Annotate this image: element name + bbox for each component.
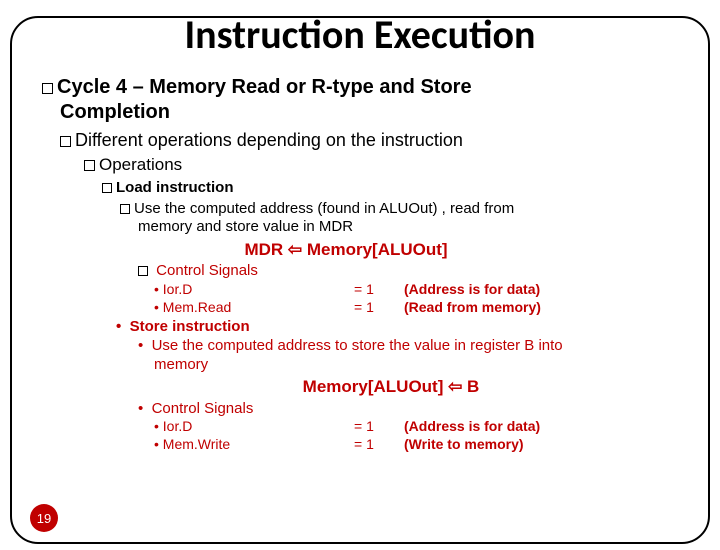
page-number-badge: 19 bbox=[30, 504, 58, 532]
store-sig2-row: Mem.Write = 1 (Write to memory) bbox=[154, 436, 690, 454]
cycle4-cont: Completion bbox=[60, 100, 690, 125]
store-sig2-name: Mem.Write bbox=[154, 436, 354, 454]
load-sig2-val: = 1 bbox=[354, 299, 404, 317]
store-header: • Store instruction bbox=[116, 318, 690, 337]
store-ctrl-header: • Control Signals bbox=[138, 400, 690, 419]
store-header-text: Store instruction bbox=[130, 318, 250, 335]
store-sig1-row: Ior.D = 1 (Address is for data) bbox=[154, 418, 690, 436]
load-desc-line1: Use the computed address (found in ALUOu… bbox=[120, 200, 690, 219]
store-ctrl-text: Control Signals bbox=[152, 400, 254, 417]
load-sig1-name: Ior.D bbox=[154, 281, 354, 299]
store-sig1-val: = 1 bbox=[354, 418, 404, 436]
store-formula: Memory[ALUOut] ⇦ B bbox=[92, 376, 690, 397]
diffops-text: Different operations depending on the in… bbox=[75, 130, 463, 150]
load-sig2-row: Mem.Read = 1 (Read from memory) bbox=[154, 299, 690, 317]
store-sig2-val: = 1 bbox=[354, 436, 404, 454]
bullet-different-ops: Different operations depending on the in… bbox=[60, 129, 690, 152]
store-desc1-text: Use the computed address to store the va… bbox=[152, 337, 563, 354]
load-sig2-name: Mem.Read bbox=[154, 299, 354, 317]
cycle4-text: Cycle 4 – Memory Read or R-type and Stor… bbox=[57, 76, 472, 98]
load-desc1-text: Use the computed address (found in ALUOu… bbox=[134, 200, 514, 217]
load-header: Load instruction bbox=[102, 179, 690, 198]
operations-text: Operations bbox=[99, 155, 182, 174]
load-sig1-note: (Address is for data) bbox=[404, 281, 690, 299]
bullet-cycle4: Cycle 4 – Memory Read or R-type and Stor… bbox=[42, 75, 690, 100]
slide-body: Cycle 4 – Memory Read or R-type and Stor… bbox=[42, 75, 690, 453]
load-sig1-row: Ior.D = 1 (Address is for data) bbox=[154, 281, 690, 299]
store-sig1-name: Ior.D bbox=[154, 418, 354, 436]
store-desc-line2: memory bbox=[154, 356, 690, 375]
store-sig1-note: (Address is for data) bbox=[404, 418, 690, 436]
load-formula: MDR ⇦ Memory[ALUOut] bbox=[2, 239, 690, 260]
load-ctrl-header: Control Signals bbox=[138, 262, 690, 281]
load-ctrl-text: Control Signals bbox=[156, 262, 258, 279]
load-desc-line2: memory and store value in MDR bbox=[138, 218, 690, 237]
bullet-operations: Operations bbox=[84, 154, 690, 175]
load-sig2-note: (Read from memory) bbox=[404, 299, 690, 317]
store-desc-line1: • Use the computed address to store the … bbox=[138, 337, 690, 356]
store-sig2-note: (Write to memory) bbox=[404, 436, 690, 454]
load-sig1-val: = 1 bbox=[354, 281, 404, 299]
load-header-text: Load instruction bbox=[116, 179, 234, 196]
